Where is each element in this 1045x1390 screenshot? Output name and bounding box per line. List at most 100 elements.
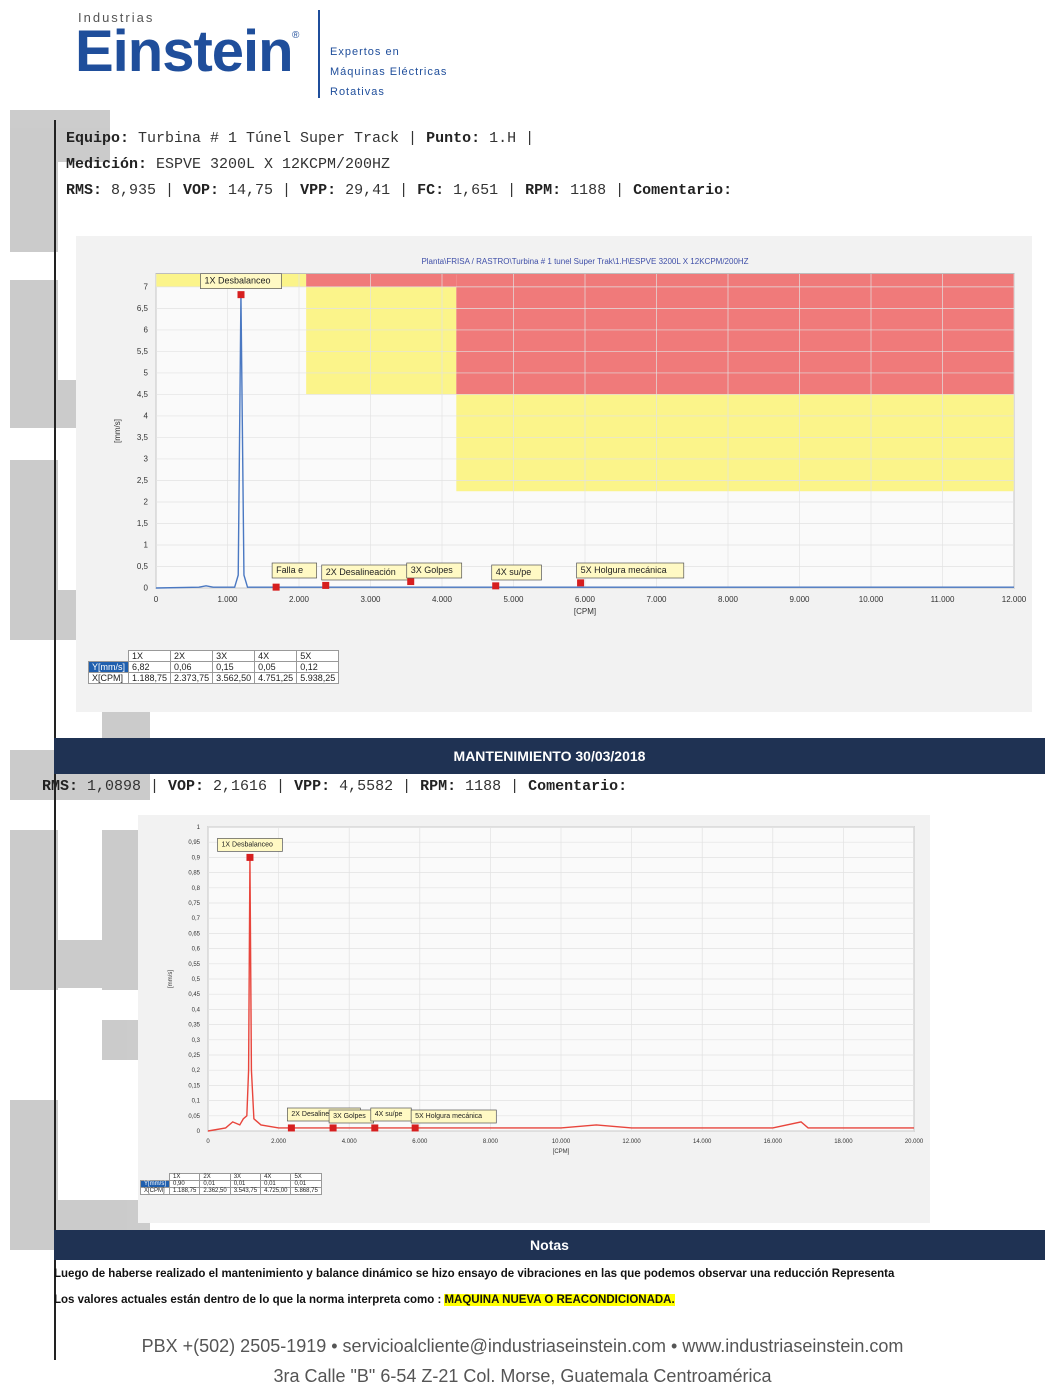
x-tick-label: 5.000	[503, 595, 524, 604]
y-tick-label: 7	[144, 283, 149, 292]
table-cell: 0,12	[296, 661, 340, 673]
table-row: Y[mm/s] 6,82 0,06 0,15 0,05 0,12	[88, 661, 340, 673]
table-header-cell: 5X	[290, 1173, 322, 1181]
x-tick-label: 4.000	[342, 1139, 358, 1145]
y-tick-label: 0,6	[192, 947, 201, 953]
measurement-line: Medición: ESPVE 3200L X 12KCPM/200HZ	[66, 156, 390, 173]
y-tick-label: 2,5	[137, 476, 149, 485]
x-tick-label: 20.000	[905, 1139, 924, 1145]
y-tick-label: 5,5	[137, 347, 149, 356]
comment-key: Comentario:	[633, 182, 733, 199]
y-axis-label: [mm/s]	[168, 970, 174, 988]
table-header-cell: 1X	[168, 1173, 201, 1181]
y-tick-label: 3	[144, 455, 149, 464]
alarm-zone	[306, 286, 457, 395]
alarm-zone	[456, 274, 1014, 395]
table-cell: 0,15	[212, 661, 256, 673]
y-tick-label: 0,3	[192, 1038, 201, 1044]
y-tick-label: 0,5	[137, 562, 149, 571]
logo-divider	[318, 10, 320, 98]
spectrum-chart-before: 0 1.000 2.000 3.000 4.000 5.000 6.000 7.000 8.00…	[113, 257, 1027, 616]
harmonic-marker	[492, 582, 500, 590]
notes-text: Los valores actuales están dentro de lo …	[54, 1294, 445, 1306]
marker-label: Falla e	[276, 565, 303, 575]
vpp-key: VPP:	[300, 182, 337, 199]
table-header-cell: 3X	[212, 650, 256, 662]
table-header-cell: 1X	[127, 650, 172, 662]
fc-value: 1,651 |	[444, 182, 526, 199]
metrics-line-before: RMS: 8,935 | VOP: 14,75 | VPP: 29,41 | F…	[66, 182, 732, 199]
x-tick-label: 18.000	[834, 1139, 853, 1145]
logo-wordmark: Einstein	[75, 19, 294, 84]
table-row: Y[mm/s] 0,90 0,01 0,01 0,01 0,01	[140, 1180, 322, 1188]
table-cell: 6,82	[127, 661, 172, 673]
logo-tagline: Expertos en Máquinas Eléctricas Rotativa…	[330, 42, 447, 102]
table-row-label: Y[mm/s]	[88, 661, 129, 673]
table-cell: 3.543,75	[229, 1187, 262, 1195]
y-tick-label: 4,5	[137, 390, 149, 399]
x-tick-label: 6.000	[575, 595, 596, 604]
logo-registered-mark: ®	[292, 30, 300, 41]
verdict-highlight: MAQUINA NUEVA O REACONDICIONADA.	[444, 1294, 675, 1306]
harmonics-table-before: 1X 2X 3X 4X 5X Y[mm/s] 6,82 0,06 0,15 0,…	[88, 650, 340, 684]
notes-banner: Notas	[54, 1230, 1045, 1260]
x-tick-label: 8.000	[483, 1139, 499, 1145]
x-tick-label: 3.000	[360, 595, 381, 604]
y-tick-label: 0,95	[188, 840, 200, 846]
table-cell: 0,06	[170, 661, 214, 673]
harmonic-marker	[407, 578, 415, 586]
marker-label: 4X su/pe	[375, 1111, 403, 1118]
vop-key: VOP:	[183, 182, 220, 199]
spectrum-chart-after: 0 2.000 4.000 6.000 8.000 10.000 12.000 14.000 1…	[168, 825, 924, 1155]
rpm-key: RPM:	[525, 182, 562, 199]
harmonic-marker	[246, 853, 254, 861]
y-tick-label: 3,5	[137, 433, 149, 442]
table-cell: 4.725,00	[260, 1187, 292, 1195]
marker-label: 1X Desbalanceo	[222, 841, 273, 848]
y-tick-label: 4	[144, 412, 149, 421]
rms-value: 8,935 |	[102, 182, 184, 199]
x-tick-label: 0	[154, 595, 159, 604]
vop-value: 14,75 |	[219, 182, 301, 199]
notes-line-1: Luego de haberse realizado el mantenimie…	[54, 1268, 895, 1280]
harmonic-marker	[411, 1124, 419, 1132]
marker-label: 4X su/pe	[496, 567, 532, 577]
table-cell: 0,01	[199, 1180, 231, 1188]
y-tick-label: 0,7	[192, 916, 201, 922]
y-tick-label: 6	[144, 326, 149, 335]
x-tick-label: 12.000	[1002, 595, 1027, 604]
table-cell: 5.868,75	[290, 1187, 322, 1195]
x-tick-label: 1.000	[217, 595, 238, 604]
notes-line-2: Los valores actuales están dentro de lo …	[54, 1294, 675, 1306]
x-axis-label: [CPM]	[553, 1149, 570, 1155]
rpm-value: 1188 |	[456, 778, 529, 795]
equipment-value: Turbina # 1 Túnel Super Track |	[129, 130, 427, 147]
y-tick-label: 0,55	[188, 962, 200, 968]
table-cell: 0,05	[254, 661, 298, 673]
x-tick-label: 6.000	[412, 1139, 428, 1145]
marker-label: 3X Golpes	[333, 1113, 366, 1120]
rpm-key: RPM:	[420, 778, 457, 795]
x-tick-label: 14.000	[693, 1139, 712, 1145]
y-tick-label: 0,25	[188, 1053, 200, 1059]
table-cell: 0,01	[290, 1180, 322, 1188]
maintenance-banner: MANTENIMIENTO 30/03/2018	[54, 738, 1045, 774]
measurement-value: ESPVE 3200L X 12KCPM/200HZ	[147, 156, 391, 173]
table-cell: 5.938,25	[296, 672, 340, 684]
table-cell: 1.188,75	[168, 1187, 201, 1195]
y-tick-label: 0	[197, 1129, 201, 1135]
x-tick-label: 4.000	[432, 595, 453, 604]
alarm-zone	[456, 394, 1014, 492]
footer-contact: PBX +(502) 2505-1919 • servicioalcliente…	[141, 1336, 904, 1356]
table-cell: 0,01	[229, 1180, 262, 1188]
rms-value: 1,0898 |	[78, 778, 169, 795]
fc-key: FC:	[417, 182, 445, 199]
table-header-row: 1X 2X 3X 4X 5X	[141, 1173, 322, 1181]
harmonic-marker	[577, 579, 585, 587]
alarm-zone	[306, 274, 457, 287]
y-axis-label: [mm/s]	[113, 419, 122, 443]
equipment-key: Equipo:	[66, 130, 130, 147]
measurement-key: Medición:	[66, 156, 148, 173]
x-tick-label: 8.000	[718, 595, 739, 604]
y-tick-label: 0,45	[188, 992, 200, 998]
